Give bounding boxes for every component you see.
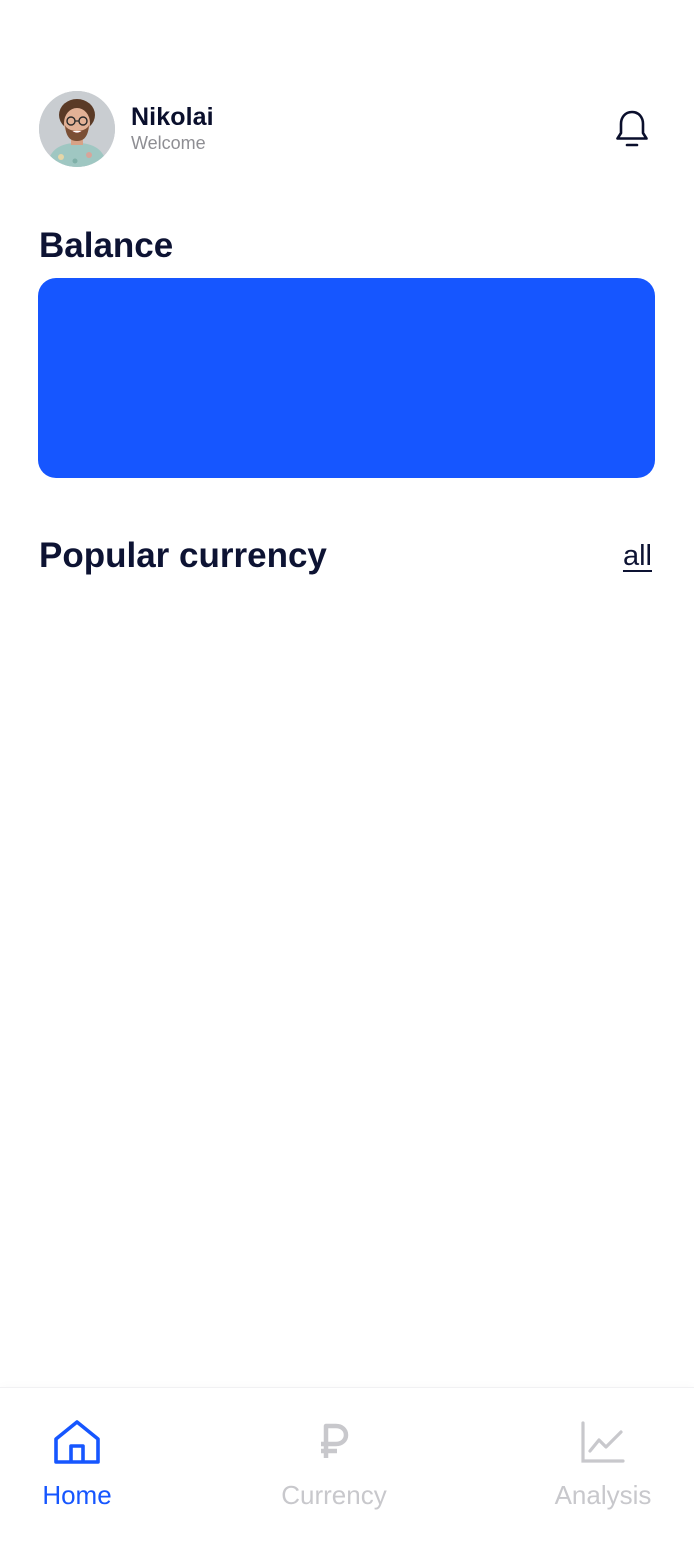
- avatar[interactable]: [39, 91, 115, 167]
- notification-button[interactable]: [610, 107, 654, 151]
- home-screen: Nikolai Welcome Balance Popular currency…: [0, 0, 694, 1542]
- nav-currency[interactable]: Currency: [268, 1388, 400, 1542]
- nav-currency-label: Currency: [281, 1480, 387, 1510]
- popular-currency-title: Popular currency: [39, 536, 327, 575]
- nav-home[interactable]: Home: [20, 1388, 134, 1542]
- bell-icon: [616, 110, 648, 147]
- home-icon: [54, 1420, 100, 1464]
- nav-analysis-label: Analysis: [554, 1480, 652, 1510]
- balance-title: Balance: [39, 226, 174, 265]
- bottom-navigation: Home Currency Analysis: [0, 1387, 694, 1542]
- nav-home-label: Home: [42, 1480, 112, 1510]
- ruble-icon: [321, 1423, 349, 1458]
- nav-analysis[interactable]: Analysis: [542, 1388, 664, 1542]
- chart-icon: [581, 1421, 625, 1463]
- avatar-image: [39, 91, 115, 167]
- user-name: Nikolai: [131, 103, 214, 131]
- view-all-link[interactable]: all: [623, 540, 652, 573]
- welcome-text: Welcome: [131, 133, 206, 153]
- balance-card[interactable]: [38, 278, 655, 478]
